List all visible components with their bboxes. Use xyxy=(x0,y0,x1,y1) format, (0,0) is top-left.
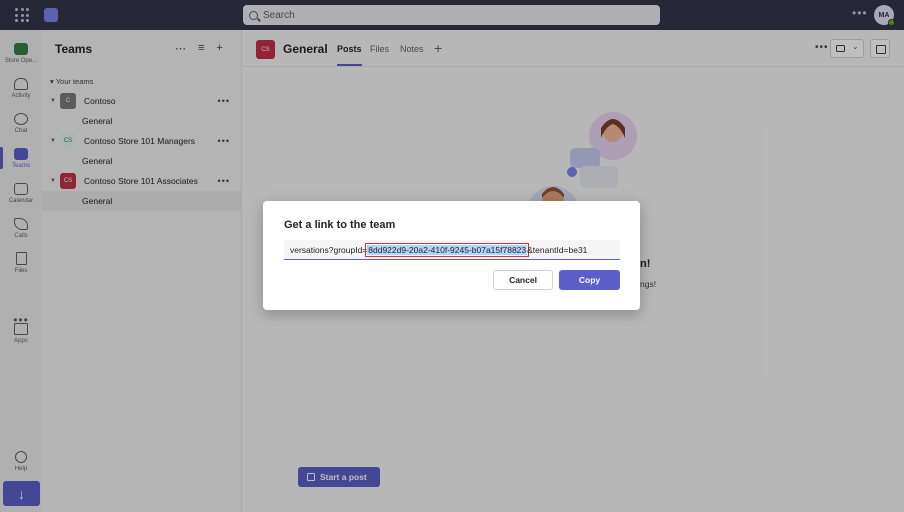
cancel-button[interactable]: Cancel xyxy=(493,270,553,290)
dialog-title: Get a link to the team xyxy=(284,219,396,231)
get-link-dialog: Get a link to the team versations?groupI… xyxy=(263,201,640,310)
team-link-field[interactable]: versations?groupId= 8dd922d9-20a2-410f-92… xyxy=(284,240,620,260)
link-selected-group-id: 8dd922d9-20a2-410f-9245-b07a15f78823 xyxy=(365,242,530,257)
link-suffix: &tenantId=be31 xyxy=(527,244,588,255)
link-prefix: versations?groupId= xyxy=(290,244,368,255)
copy-button[interactable]: Copy xyxy=(559,270,620,290)
